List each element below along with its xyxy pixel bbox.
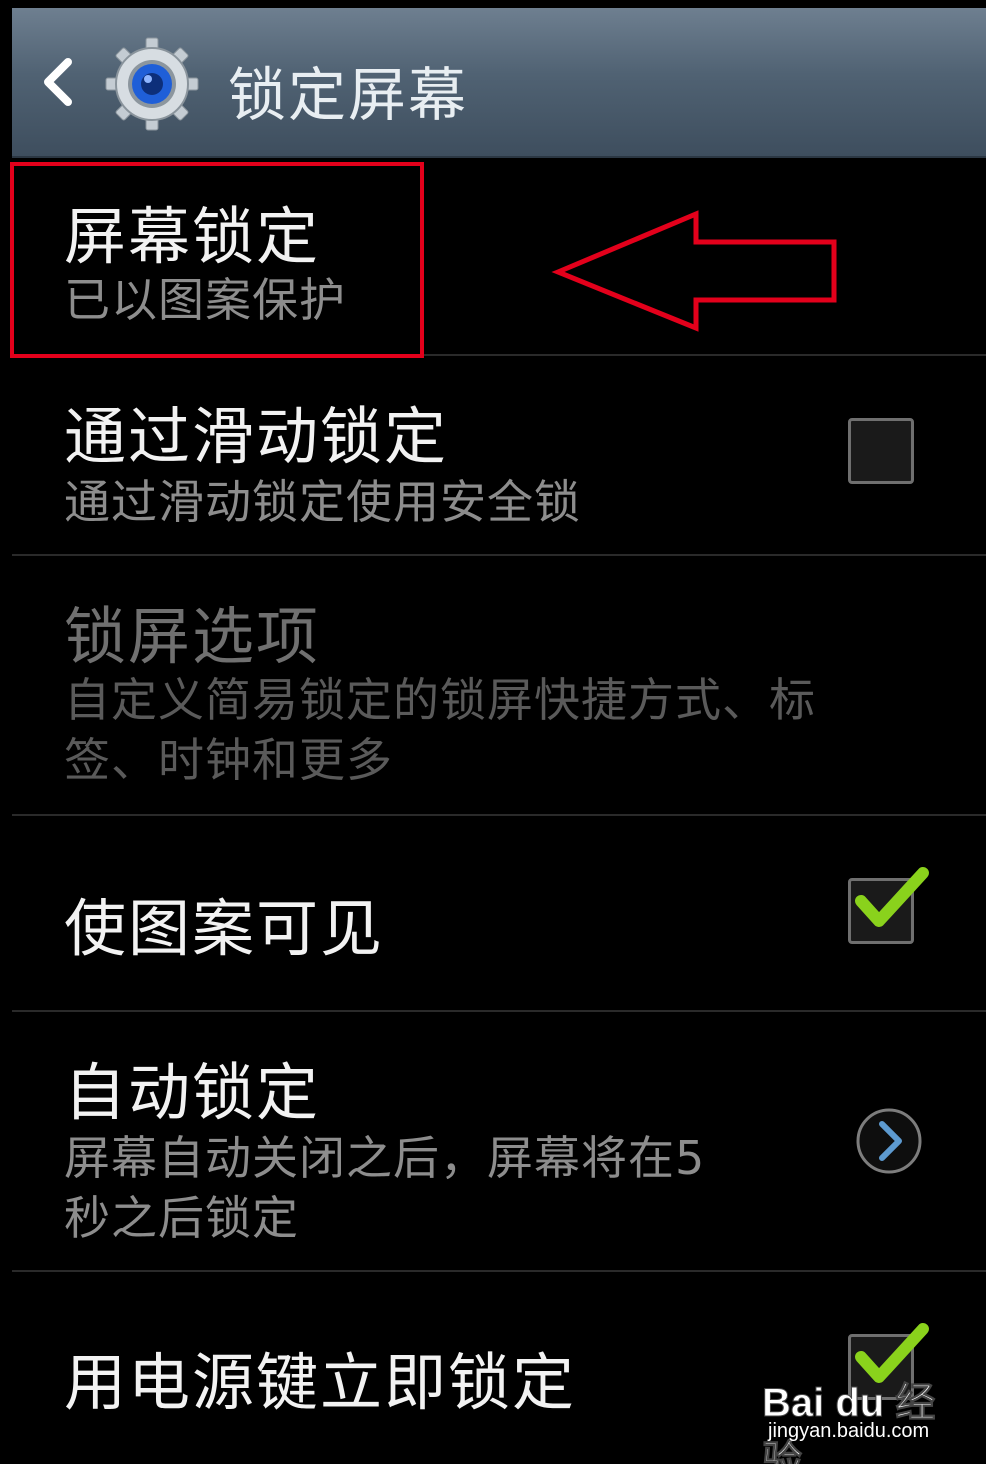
setting-swipe-lock[interactable]: 通过滑动锁定 通过滑动锁定使用安全锁 [12, 356, 986, 554]
setting-title: 锁屏选项 [64, 600, 321, 673]
setting-summary: 屏幕自动关闭之后，屏幕将在5 秒之后锁定 [64, 1128, 705, 1248]
summary-line: 秒之后锁定 [64, 1191, 299, 1245]
gear-icon [105, 37, 199, 131]
chevron-right-circle-icon[interactable] [854, 1106, 924, 1176]
summary-line: 签、时钟和更多 [64, 733, 393, 787]
setting-auto-lock[interactable]: 自动锁定 屏幕自动关闭之后，屏幕将在5 秒之后锁定 [12, 1012, 986, 1270]
checkmark-icon [855, 867, 929, 927]
watermark-logo: Bai du 经验 [762, 1381, 936, 1464]
setting-summary: 自定义简易锁定的锁屏快捷方式、标 签、时钟和更多 [64, 670, 816, 790]
baidu-jingyan-watermark: Bai du 经验 jingyan.baidu.com [762, 1370, 962, 1464]
highlight-box [10, 162, 424, 358]
pattern-visible-checkbox[interactable] [848, 867, 929, 944]
setting-title: 通过滑动锁定 [64, 400, 449, 473]
setting-lock-screen-options[interactable]: 锁屏选项 自定义简易锁定的锁屏快捷方式、标 签、时钟和更多 [12, 556, 986, 814]
settings-screen: 锁定屏幕 屏幕锁定 已以图案保护 通过滑动锁定 通过滑动锁定使用安全锁 锁屏选项… [0, 0, 1000, 1464]
watermark-url: jingyan.baidu.com [768, 1420, 930, 1442]
chevron-left-icon[interactable] [38, 52, 78, 112]
summary-line: 自定义简易锁定的锁屏快捷方式、标 [64, 673, 816, 727]
setting-summary: 通过滑动锁定使用安全锁 [64, 475, 581, 529]
setting-title: 使图案可见 [64, 892, 385, 965]
image-border [986, 0, 1000, 1464]
action-bar: 锁定屏幕 [12, 8, 986, 158]
setting-make-pattern-visible[interactable]: 使图案可见 [12, 816, 986, 1010]
red-arrow-annotation [551, 210, 837, 332]
setting-title: 自动锁定 [64, 1056, 321, 1129]
setting-title: 用电源键立即锁定 [64, 1346, 577, 1419]
page-title: 锁定屏幕 [228, 61, 469, 129]
summary-line: 屏幕自动关闭之后，屏幕将在5 [64, 1131, 706, 1185]
swipe-lock-checkbox[interactable] [848, 418, 914, 484]
